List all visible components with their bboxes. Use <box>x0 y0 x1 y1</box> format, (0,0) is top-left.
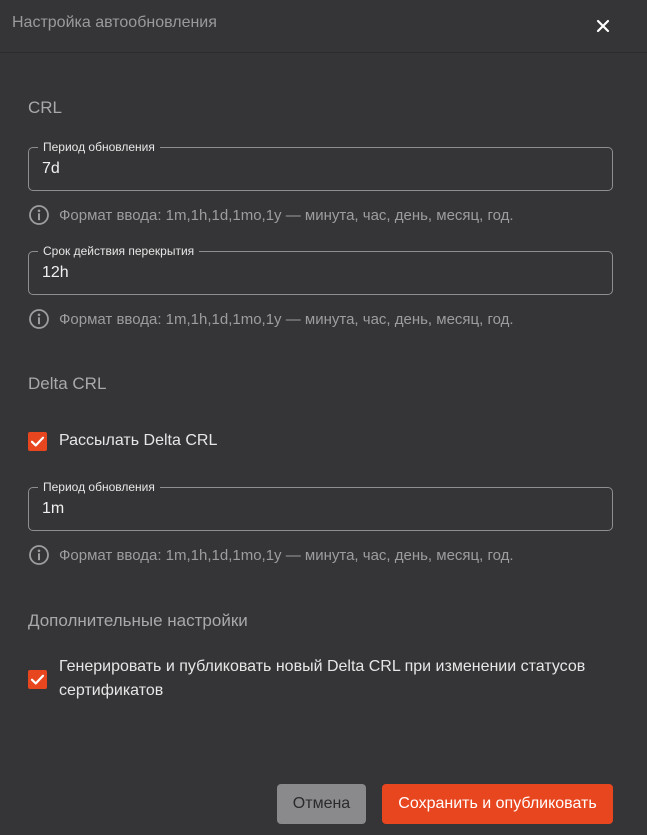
section-title-additional: Дополнительные настройки <box>28 611 248 630</box>
crl-update-period-input[interactable] <box>42 159 582 179</box>
generate-delta-crl-row[interactable]: Генерировать и публиковать новый Delta C… <box>28 655 613 703</box>
checkmark-icon <box>30 674 45 685</box>
close-button[interactable] <box>590 13 616 39</box>
send-delta-crl-row[interactable]: Рассылать Delta CRL <box>28 429 217 453</box>
cancel-button[interactable]: Отмена <box>277 784 366 824</box>
delta-crl-update-period-hint: Формат ввода: 1m,1h,1d,1mo,1y — минута, … <box>28 544 514 566</box>
generate-delta-crl-label: Генерировать и публиковать новый Delta C… <box>59 658 586 699</box>
crl-overlap-period-field[interactable]: Срок действия перекрытия <box>28 244 613 295</box>
crl-update-period-hint-text: Формат ввода: 1m,1h,1d,1mo,1y — минута, … <box>59 206 514 224</box>
delta-crl-update-period-hint-text: Формат ввода: 1m,1h,1d,1mo,1y — минута, … <box>59 546 514 564</box>
send-delta-crl-label: Рассылать Delta CRL <box>59 432 218 449</box>
close-icon <box>596 19 610 33</box>
crl-update-period-field[interactable]: Период обновления <box>28 140 613 191</box>
crl-update-period-hint: Формат ввода: 1m,1h,1d,1mo,1y — минута, … <box>28 204 514 226</box>
dialog-header: Настройка автообновления <box>0 0 647 53</box>
section-title-crl: CRL <box>28 98 63 117</box>
delta-crl-update-period-input[interactable] <box>42 499 582 519</box>
info-icon <box>29 545 49 565</box>
crl-overlap-period-label: Срок действия перекрытия <box>38 244 200 258</box>
crl-update-period-label: Период обновления <box>38 140 160 154</box>
delta-crl-update-period-label: Период обновления <box>38 480 160 494</box>
auto-update-dialog: Настройка автообновления CRL Период обно… <box>0 0 647 835</box>
crl-overlap-period-input[interactable] <box>42 263 582 283</box>
delta-crl-update-period-field[interactable]: Период обновления <box>28 480 613 531</box>
send-delta-crl-checkbox[interactable] <box>28 432 47 451</box>
info-icon <box>29 205 49 225</box>
info-icon <box>29 309 49 329</box>
crl-overlap-period-hint-text: Формат ввода: 1m,1h,1d,1mo,1y — минута, … <box>59 310 514 328</box>
save-and-publish-button[interactable]: Сохранить и опубликовать <box>382 784 613 824</box>
checkmark-icon <box>30 436 45 447</box>
section-title-delta-crl: Delta CRL <box>28 374 107 393</box>
generate-delta-crl-checkbox[interactable] <box>28 670 47 689</box>
crl-overlap-period-hint: Формат ввода: 1m,1h,1d,1mo,1y — минута, … <box>28 308 514 330</box>
dialog-title: Настройка автообновления <box>12 14 217 31</box>
